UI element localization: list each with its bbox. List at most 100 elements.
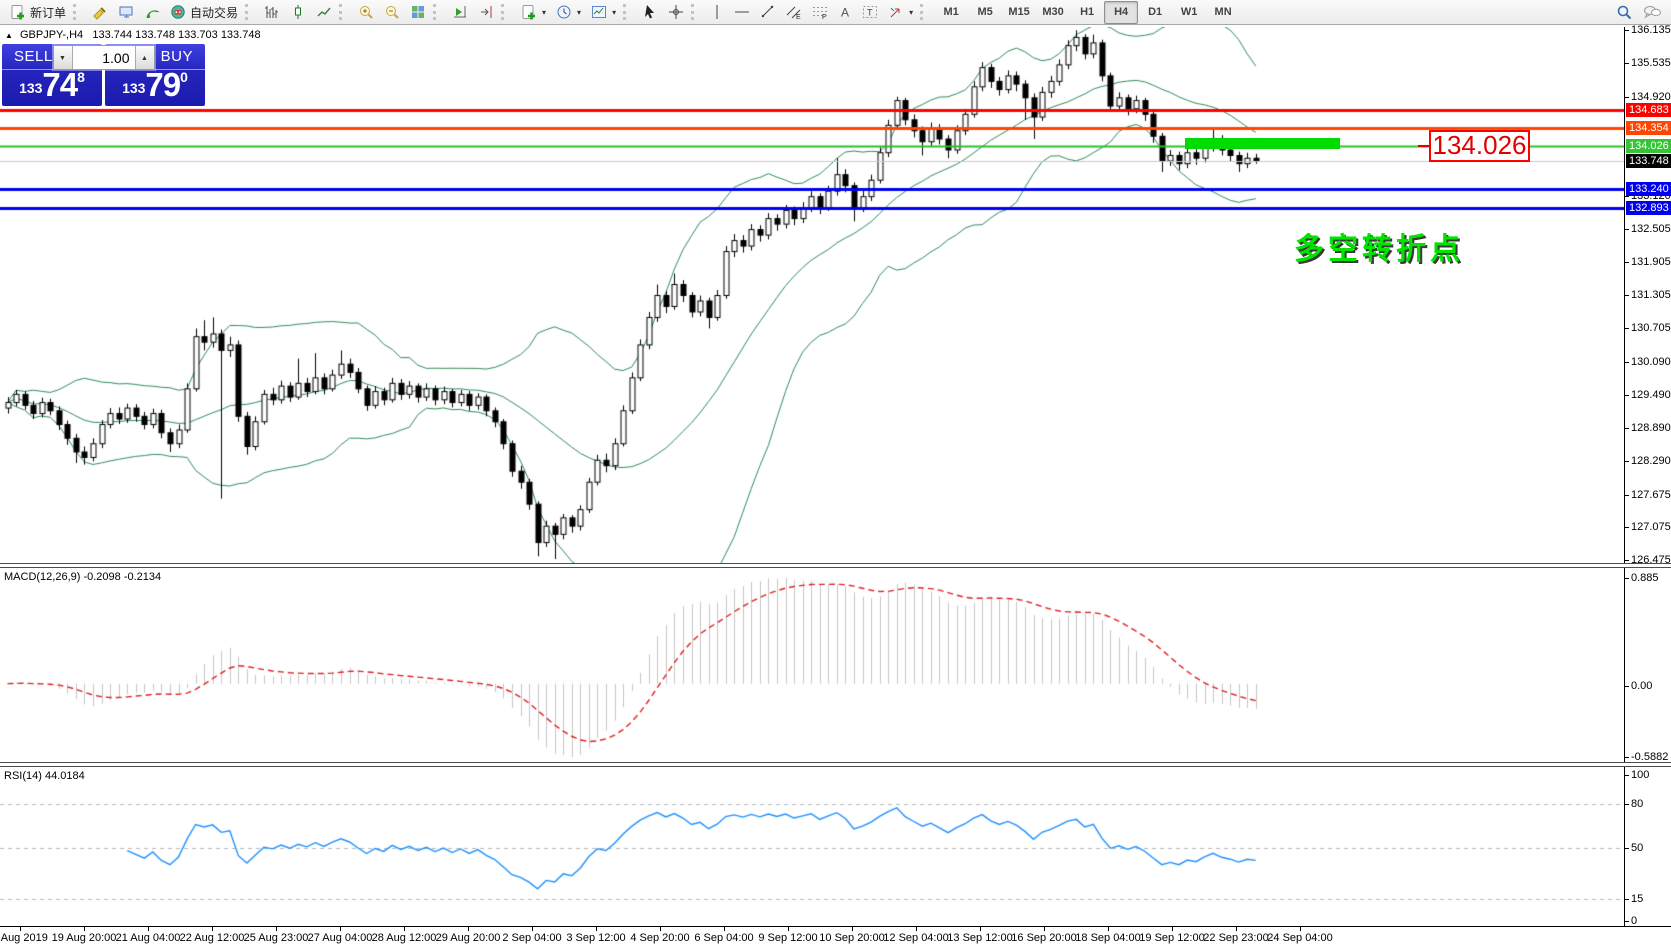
time-axis-tick bbox=[596, 927, 597, 931]
time-axis-label: 19 Sep 12:00 bbox=[1139, 932, 1204, 944]
price-chart-canvas[interactable] bbox=[0, 27, 1624, 564]
timeframe-button-D1[interactable]: D1 bbox=[1138, 1, 1172, 24]
green-zone-object[interactable] bbox=[1185, 138, 1340, 149]
price-axis-tick: 128.890 bbox=[1625, 422, 1671, 434]
publish-button[interactable] bbox=[113, 1, 139, 24]
bar-chart-button[interactable] bbox=[259, 1, 285, 24]
signals-button[interactable] bbox=[139, 1, 165, 24]
price-callout-box[interactable]: 134.026 bbox=[1429, 130, 1530, 162]
timeframe-button-H1[interactable]: H1 bbox=[1070, 1, 1104, 24]
templates-button[interactable] bbox=[586, 1, 621, 24]
line-chart-icon bbox=[316, 4, 332, 20]
search-button[interactable] bbox=[1611, 1, 1638, 24]
time-axis-label: 24 Sep 04:00 bbox=[1267, 932, 1332, 944]
chart-shift-button[interactable] bbox=[473, 1, 499, 24]
price-axis-tick: 129.490 bbox=[1625, 389, 1671, 401]
turning-point-annotation[interactable]: 多空转折点 bbox=[1294, 224, 1464, 268]
sell-price-main: 74 bbox=[42, 66, 77, 103]
price-axis-tick: 127.675 bbox=[1625, 489, 1671, 501]
auto-scroll-button[interactable] bbox=[447, 1, 473, 24]
price-level-badge: 132.893 bbox=[1626, 201, 1671, 215]
buy-label: BUY bbox=[161, 48, 193, 65]
candlestick-icon bbox=[290, 4, 306, 20]
price-axis-tick: 134.920 bbox=[1625, 91, 1671, 103]
time-axis-tick bbox=[468, 927, 469, 931]
time-axis-tick bbox=[276, 927, 277, 931]
svg-text:F: F bbox=[822, 14, 826, 20]
macd-panel-splitter[interactable] bbox=[0, 563, 1671, 568]
toolbar-grip bbox=[501, 4, 511, 20]
timeframe-button-W1[interactable]: W1 bbox=[1172, 1, 1206, 24]
channel-icon: E bbox=[786, 4, 802, 20]
price-axis-tick: 136.135 bbox=[1625, 24, 1671, 36]
robot-icon bbox=[170, 4, 186, 20]
indicators-button[interactable] bbox=[515, 1, 551, 24]
periods-button[interactable] bbox=[551, 1, 586, 24]
time-axis-label: 25 Aug 23:00 bbox=[244, 932, 309, 944]
candlestick-chart-button[interactable] bbox=[285, 1, 311, 24]
buy-price-prefix: 133 bbox=[122, 80, 145, 96]
auto-trading-button[interactable]: 自动交易 bbox=[165, 1, 243, 24]
timeframe-button-H4[interactable]: H4 bbox=[1104, 1, 1138, 24]
time-axis-tick bbox=[84, 927, 85, 931]
time-axis-label: 22 Aug 12:00 bbox=[180, 932, 245, 944]
label-tool[interactable]: T bbox=[857, 1, 883, 24]
timeframe-button-M1[interactable]: M1 bbox=[934, 1, 968, 24]
timeframe-button-MN[interactable]: MN bbox=[1206, 1, 1240, 24]
rsi-indicator-label: RSI(14) 44.0184 bbox=[4, 770, 85, 782]
crosshair-tool-button[interactable] bbox=[663, 1, 689, 24]
time-axis-label: 18 Sep 04:00 bbox=[1075, 932, 1140, 944]
timeframe-button-M15[interactable]: M15 bbox=[1002, 1, 1036, 24]
sell-price-prefix: 133 bbox=[19, 80, 42, 96]
line-chart-button[interactable] bbox=[311, 1, 337, 24]
volume-increase-button[interactable] bbox=[135, 46, 154, 69]
channel-tool[interactable]: E bbox=[781, 1, 807, 24]
horizontal-line-tool[interactable] bbox=[729, 1, 755, 24]
trendline-tool[interactable] bbox=[755, 1, 781, 24]
arrows-tool[interactable] bbox=[883, 1, 918, 24]
rsi-panel-canvas[interactable] bbox=[0, 768, 1624, 925]
new-order-label: 新订单 bbox=[30, 4, 66, 21]
time-axis-tick bbox=[1236, 927, 1237, 931]
time-axis-label: 27 Aug 04:00 bbox=[308, 932, 373, 944]
vertical-line-icon bbox=[710, 4, 724, 20]
volume-decrease-button[interactable] bbox=[54, 46, 73, 69]
zoom-out-button[interactable] bbox=[379, 1, 405, 24]
timeframe-button-M5[interactable]: M5 bbox=[968, 1, 1002, 24]
buy-price-main: 79 bbox=[145, 66, 180, 103]
market-watch-button[interactable] bbox=[87, 1, 113, 24]
time-axis-tick bbox=[980, 927, 981, 931]
chart-title: ▲ GBPJPY-,H4 133.744 133.748 133.703 133… bbox=[5, 29, 261, 41]
timeframe-button-M30[interactable]: M30 bbox=[1036, 1, 1070, 24]
svg-text:E: E bbox=[796, 14, 801, 20]
price-axis-tick: 130.705 bbox=[1625, 322, 1671, 334]
sell-label: SELL bbox=[14, 48, 53, 65]
macd-axis-tick: 0.00 bbox=[1625, 680, 1671, 692]
time-axis-label: 4 Sep 20:00 bbox=[630, 932, 689, 944]
time-axis-label: 6 Sep 04:00 bbox=[694, 932, 753, 944]
zoom-in-button[interactable] bbox=[353, 1, 379, 24]
toolbar-grip bbox=[433, 4, 443, 20]
one-click-trading-panel: SELL 133748 BUY 133790 bbox=[2, 44, 205, 106]
new-order-button[interactable]: 新订单 bbox=[4, 1, 71, 24]
time-axis-label: 10 Sep 20:00 bbox=[819, 932, 884, 944]
text-tool[interactable]: A bbox=[833, 1, 857, 24]
fibonacci-tool[interactable]: F bbox=[807, 1, 833, 24]
time-axis[interactable]: 6 Aug 201919 Aug 20:0021 Aug 04:0022 Aug… bbox=[0, 926, 1671, 946]
rsi-panel-splitter[interactable] bbox=[0, 762, 1671, 767]
community-button[interactable] bbox=[1638, 1, 1667, 24]
cursor-tool-button[interactable] bbox=[637, 1, 663, 24]
macd-panel-canvas[interactable] bbox=[0, 569, 1624, 757]
price-axis[interactable]: 136.135135.535134.920133.120132.505131.9… bbox=[1624, 27, 1671, 926]
zoom-in-icon bbox=[358, 4, 374, 20]
time-axis-tick bbox=[532, 927, 533, 931]
tile-windows-button[interactable] bbox=[405, 1, 431, 24]
toolbar-grip bbox=[245, 4, 255, 20]
vertical-line-tool[interactable] bbox=[705, 1, 729, 24]
chart-shift-icon bbox=[478, 4, 494, 20]
toolbar-grip bbox=[920, 4, 930, 20]
time-axis-tick bbox=[148, 927, 149, 931]
volume-input[interactable] bbox=[73, 46, 135, 69]
price-axis-tick: 130.090 bbox=[1625, 356, 1671, 368]
time-axis-label: 29 Aug 20:00 bbox=[436, 932, 501, 944]
